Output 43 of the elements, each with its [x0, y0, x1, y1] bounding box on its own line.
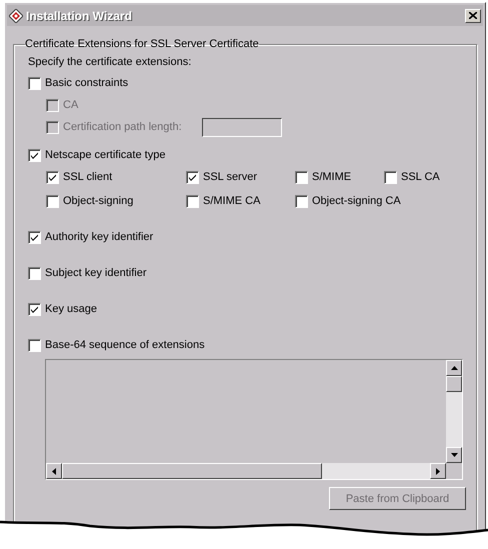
option-label: S/MIME — [312, 171, 352, 183]
checkbox[interactable] — [28, 266, 41, 280]
option-label: Certification path length: — [63, 121, 182, 133]
checkbox[interactable] — [28, 76, 41, 90]
option-label: SSL server — [203, 171, 258, 183]
close-button[interactable] — [465, 8, 481, 22]
checkbox[interactable] — [46, 170, 59, 184]
checkbox-label: Subject key identifier — [45, 267, 146, 279]
checkbox-label: Key usage — [45, 303, 97, 315]
instruction-text: Specify the certificate extensions: — [28, 56, 192, 68]
option-label: S/MIME CA — [203, 195, 260, 207]
right-arrow-icon[interactable] — [436, 468, 440, 474]
checkbox[interactable] — [28, 338, 41, 352]
checkmark-icon — [30, 304, 39, 314]
checkmark-icon — [30, 150, 39, 160]
checkbox-label: Authority key identifier — [45, 231, 154, 243]
window-title: Installation Wizard — [26, 8, 132, 22]
up-arrow-icon[interactable] — [450, 366, 458, 370]
option-label: SSL client — [63, 171, 112, 183]
checkmark-icon — [30, 232, 39, 242]
checkbox[interactable] — [186, 170, 199, 184]
checkbox[interactable] — [186, 194, 199, 208]
diamond-icon — [9, 8, 23, 22]
option-label: CA — [63, 99, 78, 111]
checkbox-label: Base-64 sequence of extensions — [45, 339, 205, 351]
checkbox[interactable] — [28, 302, 41, 316]
checkbox[interactable] — [295, 194, 308, 208]
down-arrow-icon[interactable] — [450, 453, 458, 457]
checkbox[interactable] — [295, 170, 308, 184]
checkmark-icon — [48, 172, 57, 182]
option-label: Object-signing CA — [312, 195, 401, 207]
checkbox-label: Netscape certificate type — [45, 149, 166, 161]
left-arrow-icon[interactable] — [52, 468, 56, 474]
option-label: Object-signing — [63, 195, 134, 207]
checkbox[interactable] — [46, 194, 59, 208]
group-title: Certificate Extensions for SSL Server Certificate — [25, 38, 259, 50]
option-label: SSL CA — [401, 171, 440, 183]
checkbox-label: Basic constraints — [45, 77, 128, 89]
checkmark-icon — [188, 172, 197, 182]
checkbox[interactable] — [384, 170, 397, 184]
checkbox[interactable] — [28, 148, 41, 162]
checkbox[interactable] — [28, 230, 41, 244]
close-icon — [469, 12, 477, 19]
